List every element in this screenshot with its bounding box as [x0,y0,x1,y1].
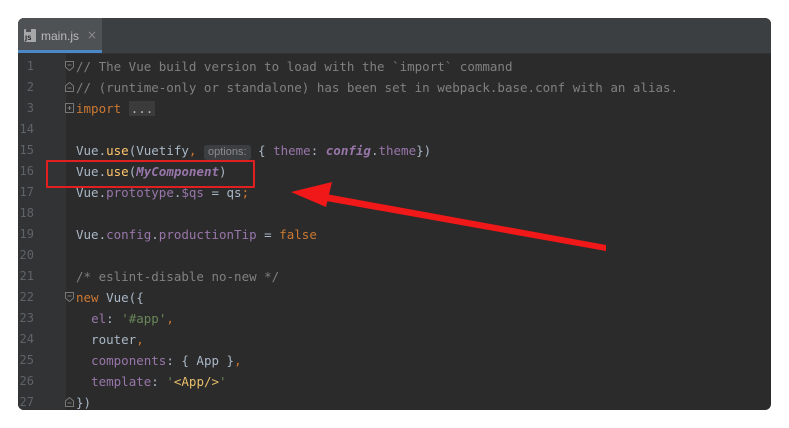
red-arrow-annotation [291,182,606,251]
arrow-head [291,182,332,207]
arrow-shaft [315,192,606,251]
